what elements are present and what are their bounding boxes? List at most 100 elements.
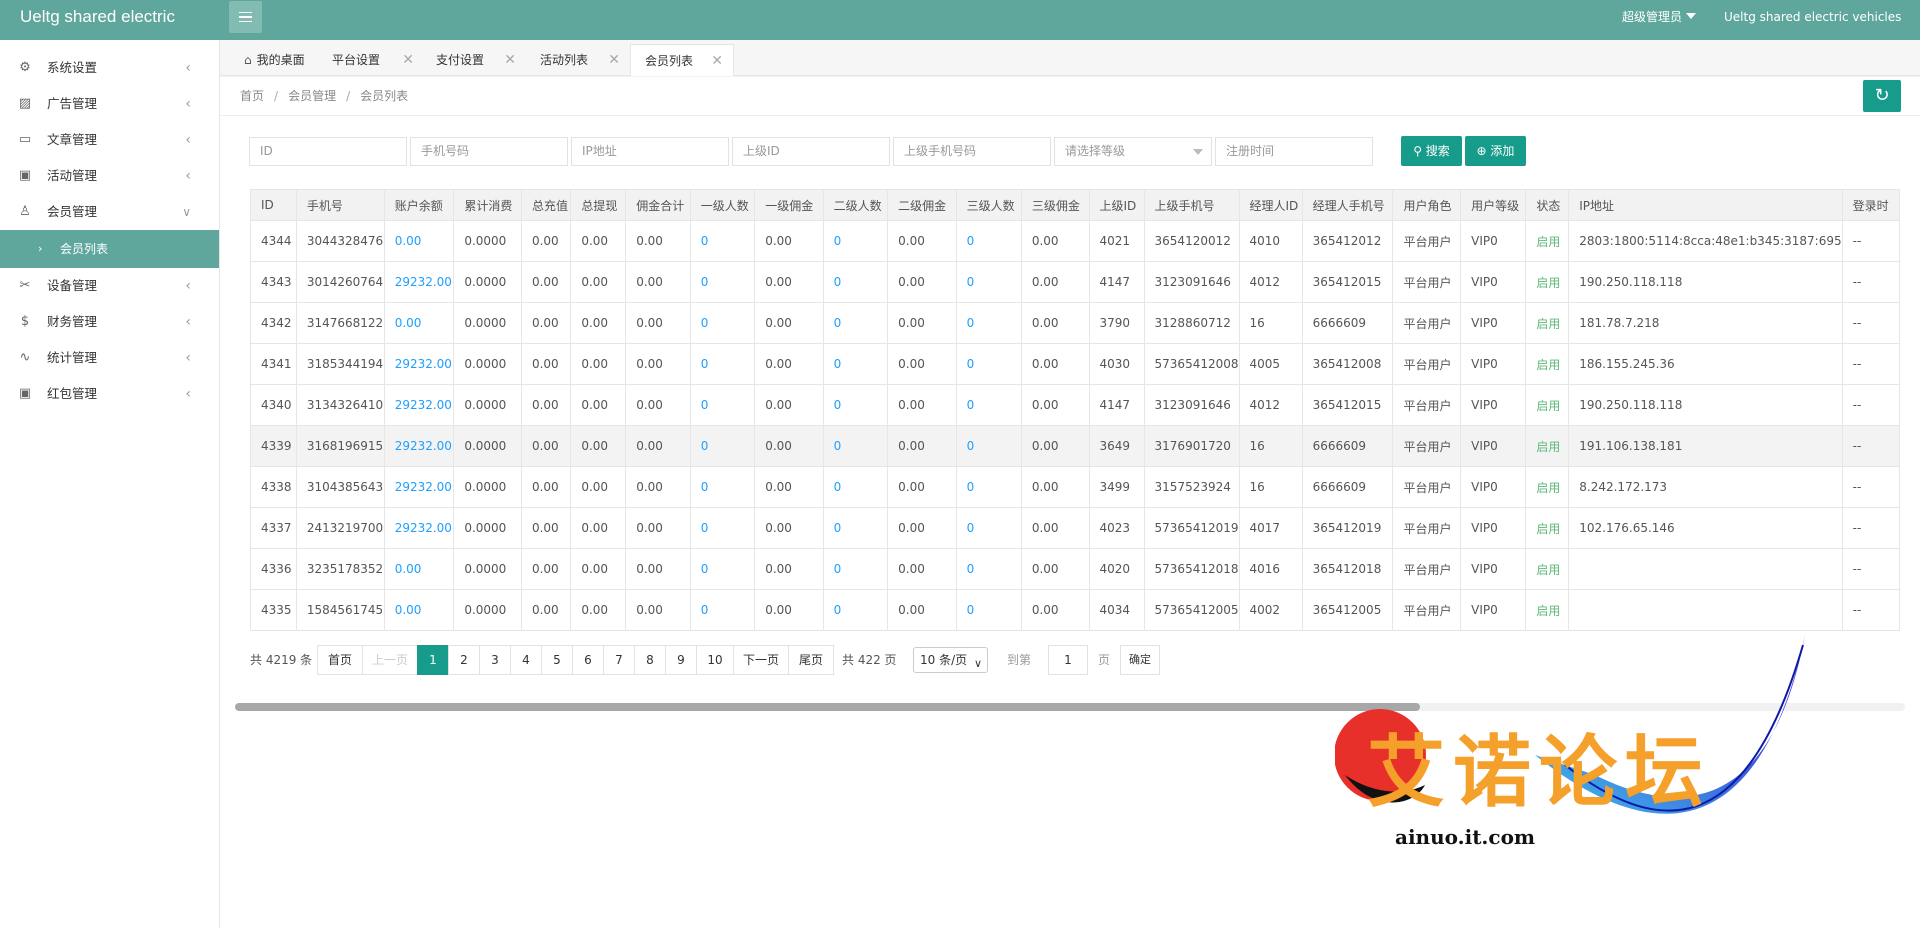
page-button-5[interactable]: 5 xyxy=(541,645,573,675)
page-button-10[interactable]: 10 xyxy=(696,645,734,675)
menu-toggle-button[interactable] xyxy=(229,1,262,33)
table-cell[interactable]: 0 xyxy=(689,302,756,344)
table-cell[interactable]: 0 xyxy=(955,220,1022,262)
sidebar-item-stats[interactable]: ∿ 统计管理 ‹ xyxy=(0,340,219,376)
close-icon[interactable]: ✕ xyxy=(504,44,516,76)
table-cell[interactable]: 0 xyxy=(689,384,756,426)
table-cell[interactable]: 0 xyxy=(689,507,756,549)
table-cell[interactable]: 0 xyxy=(822,384,889,426)
table-cell[interactable]: 0 xyxy=(689,261,756,303)
close-icon[interactable]: ✕ xyxy=(402,44,414,76)
table-cell[interactable]: 0 xyxy=(822,548,889,590)
table-cell[interactable]: 0.00 xyxy=(383,220,455,262)
header-app-name[interactable]: Ueltg shared electric vehicles xyxy=(1724,0,1901,34)
table-cell[interactable]: 0 xyxy=(955,548,1022,590)
table-cell[interactable]: 0 xyxy=(822,343,889,385)
user-menu[interactable]: 超级管理员 xyxy=(1622,0,1697,34)
phone-filter-input[interactable]: 手机号码 xyxy=(410,137,568,166)
tab-member-list[interactable]: 会员列表 ✕ xyxy=(630,44,734,76)
table-row[interactable]: 4341 3185344194 29232.00 0.0000 0.00 0.00 0.00… xyxy=(250,343,1900,385)
parent-id-filter-input[interactable]: 上级ID xyxy=(732,137,890,166)
table-cell[interactable]: 0 xyxy=(689,343,756,385)
sidebar-item-system[interactable]: ⚙ 系统设置 ‹ xyxy=(0,50,219,86)
page-button-6[interactable]: 6 xyxy=(572,645,604,675)
sidebar-item-articles[interactable]: ▭ 文章管理 ‹ xyxy=(0,122,219,158)
table-cell[interactable]: 0.00 xyxy=(383,548,455,590)
table-cell[interactable]: 0 xyxy=(822,302,889,344)
table-cell[interactable]: 0 xyxy=(955,343,1022,385)
per-page-select[interactable]: 10 条/页 ∨ xyxy=(913,647,988,673)
table-row[interactable]: 4337 2413219700 29232.00 0.0000 0.00 0.00 0.00… xyxy=(250,507,1900,549)
table-row[interactable]: 4335 1584561745 0.00 0.0000 0.00 0.00 0.00 0 0.0… xyxy=(250,589,1900,631)
scrollbar-thumb[interactable] xyxy=(235,703,1420,711)
table-cell[interactable]: 0 xyxy=(689,220,756,262)
last-page-button[interactable]: 尾页 xyxy=(788,645,834,675)
table-cell[interactable]: 0 xyxy=(822,425,889,467)
add-button[interactable]: ⊕ 添加 xyxy=(1465,136,1526,166)
table-cell[interactable]: 0.00 xyxy=(383,589,455,631)
table-cell[interactable]: 29232.00 xyxy=(383,466,455,508)
tab-platform-settings[interactable]: 平台设置 ✕ xyxy=(318,44,424,76)
ip-filter-input[interactable]: IP地址 xyxy=(571,137,729,166)
table-row[interactable]: 4340 3134326410 29232.00 0.0000 0.00 0.00 0.00… xyxy=(250,384,1900,426)
table-cell[interactable]: 0 xyxy=(689,425,756,467)
sidebar-item-members[interactable]: ♙ 会员管理 ∨ xyxy=(0,194,219,230)
close-icon[interactable]: ✕ xyxy=(608,44,620,76)
table-row[interactable]: 4343 3014260764 29232.00 0.0000 0.00 0.00 0.00… xyxy=(250,261,1900,303)
table-cell[interactable]: 0 xyxy=(822,466,889,508)
reg-time-filter-input[interactable]: 注册时间 xyxy=(1215,137,1373,166)
table-cell[interactable]: 29232.00 xyxy=(383,343,455,385)
sidebar-item-ads[interactable]: ▨ 广告管理 ‹ xyxy=(0,86,219,122)
table-cell[interactable]: 29232.00 xyxy=(383,261,455,303)
sidebar-subitem-member-list[interactable]: › 会员列表 xyxy=(0,230,219,268)
tab-desktop[interactable]: ⌂ 我的桌面 xyxy=(230,44,318,76)
table-cell[interactable]: 0 xyxy=(955,507,1022,549)
table-cell[interactable]: 0 xyxy=(689,548,756,590)
first-page-button[interactable]: 首页 xyxy=(317,645,363,675)
table-row[interactable]: 4342 3147668122 0.00 0.0000 0.00 0.00 0.00 0 0.0… xyxy=(250,302,1900,344)
page-button-2[interactable]: 2 xyxy=(448,645,480,675)
next-page-button[interactable]: 下一页 xyxy=(733,645,789,675)
page-button-7[interactable]: 7 xyxy=(603,645,635,675)
page-button-9[interactable]: 9 xyxy=(665,645,697,675)
page-button-4[interactable]: 4 xyxy=(510,645,542,675)
goto-confirm-button[interactable]: 确定 xyxy=(1120,645,1160,675)
goto-page-input[interactable]: 1 xyxy=(1048,645,1088,675)
breadcrumb-parent[interactable]: 会员管理 xyxy=(288,89,336,103)
table-cell[interactable]: 0 xyxy=(822,507,889,549)
page-button-3[interactable]: 3 xyxy=(479,645,511,675)
table-cell[interactable]: 0 xyxy=(955,466,1022,508)
table-cell[interactable]: 0 xyxy=(955,302,1022,344)
refresh-button[interactable]: ↻ xyxy=(1863,80,1901,112)
table-cell[interactable]: 0 xyxy=(955,425,1022,467)
table-cell[interactable]: 29232.00 xyxy=(383,507,455,549)
level-select[interactable]: 请选择等级 xyxy=(1054,137,1212,166)
sidebar-item-redpacket[interactable]: ▣ 红包管理 ‹ xyxy=(0,376,219,412)
table-cell[interactable]: 0 xyxy=(822,261,889,303)
table-cell[interactable]: 0.00 xyxy=(383,302,455,344)
table-cell[interactable]: 0 xyxy=(689,466,756,508)
id-filter-input[interactable]: ID xyxy=(249,137,407,166)
table-row[interactable]: 4336 3235178352 0.00 0.0000 0.00 0.00 0.00 0 0.0… xyxy=(250,548,1900,590)
page-button-8[interactable]: 8 xyxy=(634,645,666,675)
table-row[interactable]: 4339 3168196915 29232.00 0.0000 0.00 0.00 0.00… xyxy=(250,425,1900,467)
close-icon[interactable]: ✕ xyxy=(711,45,723,77)
prev-page-button[interactable]: 上一页 xyxy=(362,645,418,675)
table-cell[interactable]: 0 xyxy=(822,589,889,631)
table-cell[interactable]: 0 xyxy=(689,589,756,631)
tab-activity-list[interactable]: 活动列表 ✕ xyxy=(526,44,630,76)
table-cell[interactable]: 0 xyxy=(955,589,1022,631)
table-cell[interactable]: 29232.00 xyxy=(383,384,455,426)
table-row[interactable]: 4344 3044328476 0.00 0.0000 0.00 0.00 0.00 0 0.0… xyxy=(250,220,1900,262)
parent-phone-filter-input[interactable]: 上级手机号码 xyxy=(893,137,1051,166)
page-button-1[interactable]: 1 xyxy=(417,645,449,675)
tab-payment-settings[interactable]: 支付设置 ✕ xyxy=(422,44,526,76)
table-cell[interactable]: 0 xyxy=(955,384,1022,426)
sidebar-item-activities[interactable]: ▣ 活动管理 ‹ xyxy=(0,158,219,194)
search-button[interactable]: ⚲ 搜索 xyxy=(1401,136,1462,166)
table-cell[interactable]: 29232.00 xyxy=(383,425,455,467)
breadcrumb-home[interactable]: 首页 xyxy=(240,89,264,103)
sidebar-item-finance[interactable]: $ 财务管理 ‹ xyxy=(0,304,219,340)
sidebar-item-devices[interactable]: ✂ 设备管理 ‹ xyxy=(0,268,219,304)
table-row[interactable]: 4338 3104385643 29232.00 0.0000 0.00 0.00 0.00… xyxy=(250,466,1900,508)
